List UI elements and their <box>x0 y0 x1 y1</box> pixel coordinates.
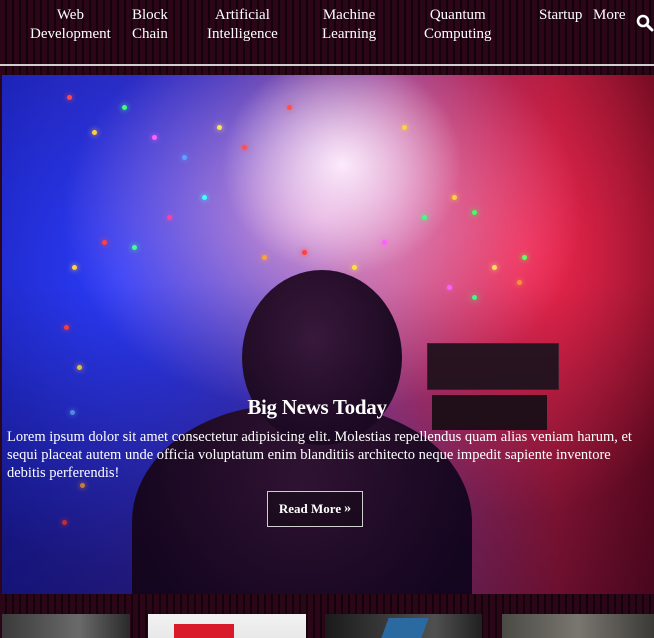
nav-item-label-line1: More <box>593 7 626 23</box>
nav-item-label-line2: Intelligence <box>207 26 278 42</box>
search-icon[interactable] <box>636 14 654 32</box>
nav-item-startup[interactable]: Startup <box>539 6 582 25</box>
nav-item-label-line1: Machine <box>322 7 376 23</box>
article-thumbnail[interactable] <box>502 614 654 638</box>
thumbnail-screen <box>381 618 429 638</box>
article-thumbnail[interactable] <box>325 614 482 638</box>
nav-item-machine-learning[interactable]: Machine Learning <box>322 6 376 44</box>
nav-item-label-line2: Learning <box>322 26 377 42</box>
double-chevron-right-icon: » <box>344 501 352 516</box>
nav-item-more[interactable]: More <box>593 6 626 25</box>
nav-item-web-development[interactable]: Web Development <box>30 6 111 44</box>
hero-text: Lorem ipsum dolor sit amet consectetur a… <box>7 429 632 481</box>
nav-item-quantum-computing[interactable]: Quantum Computing <box>424 6 492 44</box>
nav-item-label-line1: Startup <box>539 7 583 23</box>
main-nav: Web Development Block Chain Artificial I… <box>0 0 654 66</box>
nav-item-label-line1: Web <box>56 7 84 23</box>
read-more-label: Read More <box>278 501 342 516</box>
nav-item-label-line2: Computing <box>424 26 492 42</box>
thumbnail-red-block <box>174 624 234 638</box>
read-more-button[interactable]: Read More » <box>267 491 363 527</box>
hero-title: Big News Today <box>247 395 387 419</box>
article-thumbnail[interactable] <box>2 614 130 638</box>
nav-item-label-line1: Quantum <box>429 7 486 23</box>
nav-item-block-chain[interactable]: Block Chain <box>132 6 168 44</box>
nav-item-artificial-intelligence[interactable]: Artificial Intelligence <box>207 6 278 44</box>
nav-item-label-line2: Chain <box>132 26 168 42</box>
nav-item-label-line1: Block <box>132 7 168 23</box>
article-thumbnail[interactable] <box>148 614 306 638</box>
nav-divider <box>0 64 654 66</box>
nav-item-label-line1: Artificial <box>214 7 270 23</box>
hero-banner: Big News Today Lorem ipsum dolor sit ame… <box>2 75 654 594</box>
nav-item-label-line2: Development <box>30 26 111 42</box>
